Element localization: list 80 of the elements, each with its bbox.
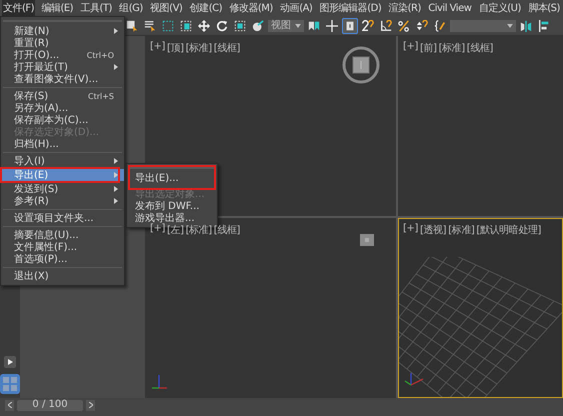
menu-option[interactable]: 退出(X)	[1, 270, 124, 282]
viewport-label[interactable]: [线框]	[466, 41, 493, 55]
dropdown-arrow-icon	[295, 24, 301, 28]
submenu-arrow-icon	[114, 172, 118, 178]
viewcube-drawing[interactable]	[359, 233, 375, 247]
menu-option[interactable]: 导出(E)	[1, 169, 124, 181]
dropdown-arrow-icon	[507, 24, 513, 28]
window-crossing-icon[interactable]	[180, 20, 192, 32]
spinner-snap-icon[interactable]	[416, 20, 428, 32]
frame-counter[interactable]: 0 / 100	[17, 400, 83, 410]
menu-option[interactable]: 导入(I)	[1, 155, 124, 167]
viewport-label[interactable]: [线框]	[214, 223, 240, 237]
viewport-label[interactable]: [+]	[403, 41, 418, 55]
menu-option[interactable]: 设置项目文件夹...	[1, 212, 124, 224]
viewport-label[interactable]: [标准]	[448, 223, 474, 237]
menu-item[interactable]: 创建(C)	[188, 0, 223, 16]
expand-button[interactable]	[4, 356, 16, 368]
play-arrow-icon	[8, 359, 12, 365]
scale-icon[interactable]	[234, 20, 246, 32]
viewport-label[interactable]: [标准]	[186, 41, 212, 55]
angle-snap-icon[interactable]	[380, 20, 392, 32]
menu-option[interactable]: 重置(R)	[1, 37, 124, 49]
menu-item[interactable]: 修改器(M)	[228, 0, 274, 16]
menu-item[interactable]: 文件(F)	[2, 0, 36, 16]
brace-pencil-icon[interactable]	[434, 20, 446, 32]
menu-option[interactable]: 打开最近(T)	[1, 61, 124, 73]
viewport-label[interactable]: [标准]	[186, 223, 212, 237]
viewport-label[interactable]: [+]	[150, 223, 165, 237]
pivot-icon[interactable]	[308, 20, 320, 32]
menu-item[interactable]: 动画(A)	[279, 0, 314, 16]
align-icon[interactable]	[538, 20, 550, 32]
menu-item[interactable]: 视图(V)	[149, 0, 184, 16]
menu-option[interactable]: 参考(R)	[1, 195, 124, 207]
submenu-arrow-icon	[114, 64, 118, 70]
viewport-label[interactable]: [+]	[403, 223, 418, 237]
viewport[interactable]: [+] [透视] [标准] [默认明暗处理]	[398, 218, 563, 398]
viewport-label[interactable]: [前]	[420, 41, 437, 55]
viewport-label[interactable]: [标准]	[438, 41, 465, 55]
menu-item[interactable]: 编辑(E)	[40, 0, 74, 16]
chevron-left-icon	[8, 402, 12, 408]
menu-option[interactable]: 保存副本为(C)...	[1, 114, 124, 126]
menu-option[interactable]: 查看图像文件(V)...	[1, 73, 124, 85]
menu-item[interactable]: 组(G)	[118, 0, 144, 16]
dashed-rectangle-icon[interactable]	[162, 20, 174, 32]
percent-snap-icon[interactable]	[398, 20, 410, 32]
menu-option[interactable]: 另存为(A)...	[1, 102, 124, 114]
viewport-label[interactable]: [透视]	[420, 223, 446, 237]
menu-item[interactable]: 脚本(S)	[527, 0, 561, 16]
menu-item[interactable]: 工具(T)	[79, 0, 113, 16]
chevron-right-icon	[88, 402, 92, 408]
viewport-label[interactable]: [默认明暗处理]	[476, 223, 541, 237]
menu-option[interactable]: 文件属性(F)...	[1, 241, 124, 253]
viewport-label[interactable]: [顶]	[166, 41, 184, 55]
place-icon[interactable]	[252, 20, 264, 32]
next-frame-button[interactable]	[86, 400, 95, 410]
menu-option[interactable]: 摘要信息(U)...	[1, 229, 124, 241]
previous-frame-button[interactable]	[5, 400, 14, 410]
menu-item[interactable]: 渲染(R)	[388, 0, 422, 16]
menu-option[interactable]: 新建(N)	[1, 25, 124, 37]
menu-item[interactable]: 自定义(U)	[478, 0, 522, 16]
viewport-label[interactable]: [线框]	[214, 41, 240, 55]
menu-option[interactable]: 打开(O)... Ctrl+O	[1, 49, 124, 61]
menu-option[interactable]: 发送到(S)	[1, 183, 124, 195]
viewport-label[interactable]: [左]	[166, 223, 184, 237]
rotate-icon[interactable]	[216, 20, 228, 32]
menu-option[interactable]: 保存(S) Ctrl+S	[1, 90, 124, 102]
viewport[interactable]: [+] [前] [标准] [线框]	[398, 36, 563, 216]
crosshair-icon[interactable]	[326, 20, 338, 32]
menu-item[interactable]: Civil View	[427, 2, 472, 14]
select-cursor-icon[interactable]	[126, 20, 138, 32]
submenu-arrow-icon	[114, 28, 118, 34]
menu-option[interactable]: 首选项(P)...	[1, 253, 124, 265]
menu-option[interactable]: 归档(H)...	[1, 138, 124, 150]
submenu-arrow-icon	[114, 158, 118, 164]
list-cursor-icon[interactable]	[144, 20, 156, 32]
toolbar-dropdown[interactable]: 视图	[268, 20, 304, 32]
menu-item[interactable]: 图形编辑器(D)	[318, 0, 382, 16]
viewport-label[interactable]: [+]	[150, 41, 165, 55]
move-arrows-icon[interactable]	[198, 20, 210, 32]
mirror-icon[interactable]	[520, 20, 532, 32]
